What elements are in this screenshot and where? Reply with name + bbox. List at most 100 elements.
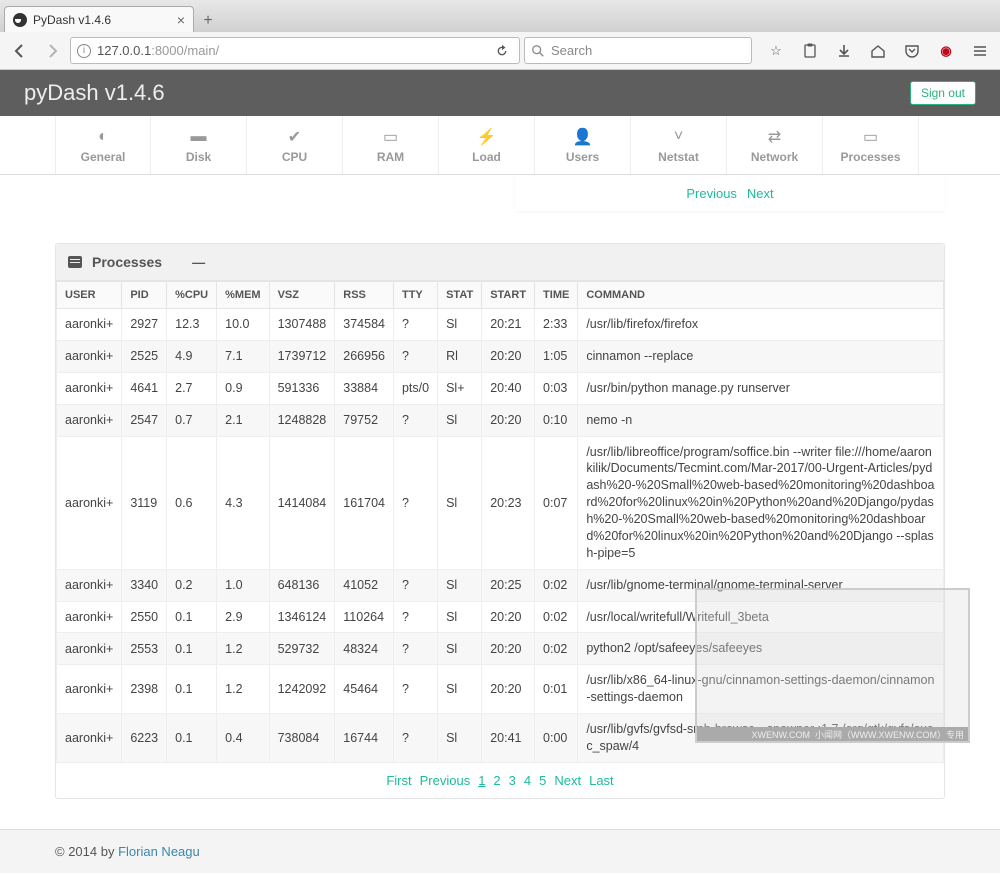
- cell-cmd: /usr/lib/libreoffice/program/soffice.bin…: [578, 436, 944, 569]
- col-user: USER: [57, 282, 122, 309]
- close-icon[interactable]: ×: [177, 12, 185, 28]
- upper-pager-previous[interactable]: Previous: [686, 186, 737, 201]
- cell-tty: ?: [393, 404, 437, 436]
- cell-rss: 266956: [335, 340, 394, 372]
- cell-mem: 10.0: [217, 309, 269, 341]
- cell-time: 1:05: [535, 340, 578, 372]
- nav-network[interactable]: ⇄ Network: [727, 116, 823, 174]
- new-tab-button[interactable]: +: [196, 10, 220, 32]
- cell-time: 0:00: [535, 714, 578, 763]
- cell-user: aaronki+: [57, 340, 122, 372]
- back-button[interactable]: [6, 37, 34, 65]
- cell-mem: 4.3: [217, 436, 269, 569]
- cell-user: aaronki+: [57, 404, 122, 436]
- nav-general[interactable]: ◐ General: [55, 116, 151, 174]
- cell-tty: pts/0: [393, 372, 437, 404]
- forward-button[interactable]: [38, 37, 66, 65]
- cell-vsz: 1739712: [269, 340, 335, 372]
- col-tty: TTY: [393, 282, 437, 309]
- pager-page-2[interactable]: 2: [493, 773, 500, 788]
- cell-user: aaronki+: [57, 436, 122, 569]
- cell-start: 20:23: [482, 436, 535, 569]
- pager-page-5[interactable]: 5: [539, 773, 546, 788]
- dashboard-icon: ◐: [56, 128, 150, 146]
- bolt-icon: ⚡: [439, 128, 534, 146]
- cell-start: 20:20: [482, 665, 535, 714]
- footer-author-link[interactable]: Florian Neagu: [118, 844, 200, 859]
- cell-user: aaronki+: [57, 601, 122, 633]
- nav-users[interactable]: 👤Users: [535, 116, 631, 174]
- clipboard-icon[interactable]: [796, 37, 824, 65]
- pager-next[interactable]: Next: [554, 773, 581, 788]
- col-vsz: VSZ: [269, 282, 335, 309]
- downloads-icon[interactable]: [830, 37, 858, 65]
- tab-title: PyDash v1.4.6: [33, 13, 111, 27]
- cell-mem: 2.9: [217, 601, 269, 633]
- reload-icon[interactable]: [491, 44, 513, 58]
- cell-pid: 2525: [122, 340, 167, 372]
- cell-rss: 41052: [335, 569, 394, 601]
- cell-cpu: 0.1: [167, 714, 217, 763]
- page-title: pyDash v1.4.6: [24, 80, 165, 106]
- upper-pager-next[interactable]: Next: [747, 186, 774, 201]
- col-command: COMMAND: [578, 282, 944, 309]
- pager-first[interactable]: First: [386, 773, 411, 788]
- sign-out-button[interactable]: Sign out: [910, 81, 976, 105]
- cell-vsz: 1242092: [269, 665, 335, 714]
- nav-label: Users: [535, 150, 630, 164]
- cell-vsz: 1248828: [269, 404, 335, 436]
- pager-page-1[interactable]: 1: [478, 773, 485, 788]
- check-icon: ✔: [247, 128, 342, 146]
- cell-time: 0:01: [535, 665, 578, 714]
- nav-load[interactable]: ⚡Load: [439, 116, 535, 174]
- cell-user: aaronki+: [57, 633, 122, 665]
- cell-pid: 2547: [122, 404, 167, 436]
- cell-start: 20:20: [482, 601, 535, 633]
- pager-last[interactable]: Last: [589, 773, 614, 788]
- cell-stat: Sl: [438, 665, 482, 714]
- pager-page-3[interactable]: 3: [509, 773, 516, 788]
- cell-stat: Sl: [438, 404, 482, 436]
- search-bar[interactable]: Search: [524, 37, 752, 64]
- pinterest-icon[interactable]: ◉: [932, 37, 960, 65]
- menu-icon[interactable]: [966, 37, 994, 65]
- info-icon[interactable]: i: [77, 44, 91, 58]
- cell-user: aaronki+: [57, 665, 122, 714]
- cell-cmd: /usr/bin/python manage.py runserver: [578, 372, 944, 404]
- pager-previous[interactable]: Previous: [420, 773, 471, 788]
- cell-rss: 374584: [335, 309, 394, 341]
- table-row: aaronki+25254.97.11739712266956?Rl20:201…: [57, 340, 944, 372]
- cell-cpu: 0.1: [167, 633, 217, 665]
- cell-vsz: 591336: [269, 372, 335, 404]
- panel-title: Processes: [92, 254, 162, 270]
- nav-label: Network: [727, 150, 822, 164]
- home-icon[interactable]: [864, 37, 892, 65]
- nav-disk[interactable]: ▬Disk: [151, 116, 247, 174]
- bookmark-star-icon[interactable]: ☆: [762, 37, 790, 65]
- collapse-icon[interactable]: —: [192, 255, 205, 270]
- nav-label: General: [56, 150, 150, 164]
- pocket-icon[interactable]: [898, 37, 926, 65]
- cell-mem: 2.1: [217, 404, 269, 436]
- browser-toolbar: i 127.0.0.1:8000/main/ Search ☆ ◉: [0, 32, 1000, 70]
- cell-time: 0:03: [535, 372, 578, 404]
- cell-tty: ?: [393, 665, 437, 714]
- url-bar[interactable]: i 127.0.0.1:8000/main/: [70, 37, 520, 64]
- nav-cpu[interactable]: ✔CPU: [247, 116, 343, 174]
- pager-page-4[interactable]: 4: [524, 773, 531, 788]
- cell-cmd: nemo -n: [578, 404, 944, 436]
- browser-tab[interactable]: PyDash v1.4.6 ×: [4, 6, 194, 32]
- cell-rss: 110264: [335, 601, 394, 633]
- nav-netstat[interactable]: ˅Netstat: [631, 116, 727, 174]
- nav-processes[interactable]: ▭Processes: [823, 116, 919, 174]
- nav-ram[interactable]: ▭RAM: [343, 116, 439, 174]
- swap-icon: ⇄: [727, 128, 822, 146]
- cell-cpu: 4.9: [167, 340, 217, 372]
- disk-icon: ▬: [151, 128, 246, 146]
- cell-time: 0:10: [535, 404, 578, 436]
- page-header: pyDash v1.4.6 Sign out: [0, 70, 1000, 116]
- table-row: aaronki+25470.72.1124882879752?Sl20:200:…: [57, 404, 944, 436]
- cell-cpu: 0.2: [167, 569, 217, 601]
- page-footer: © 2014 by Florian Neagu: [0, 829, 1000, 873]
- cell-start: 20:41: [482, 714, 535, 763]
